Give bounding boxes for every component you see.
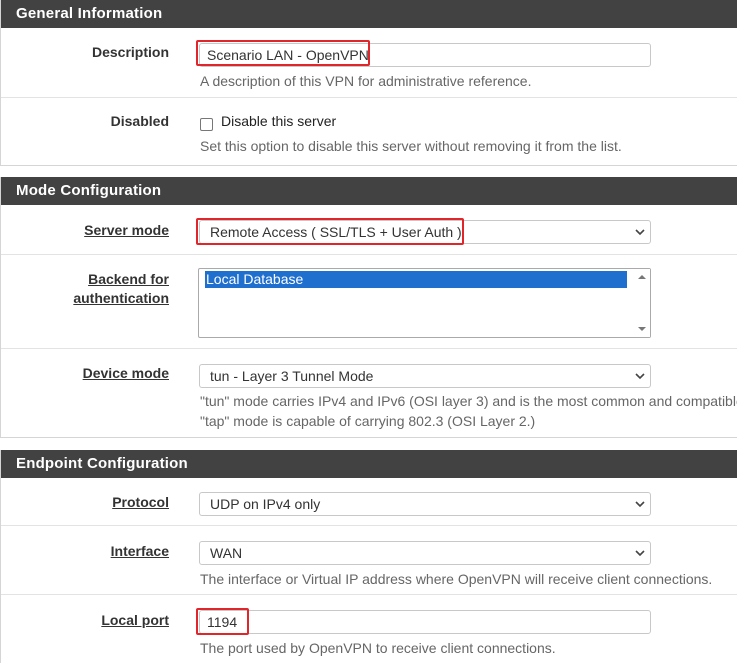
local-port-highlight: [196, 608, 249, 635]
description-label: Description: [91, 44, 169, 60]
protocol-label: Protocol: [112, 494, 169, 510]
server-mode-label: Server mode: [84, 222, 169, 238]
protocol-value: UDP on IPv4 only: [210, 496, 321, 512]
disable-server-checkbox[interactable]: [200, 118, 213, 131]
disabled-label: Disabled: [110, 113, 169, 129]
local-port-row: Local port 1194 The port used by OpenVPN…: [1, 595, 737, 663]
device-mode-help-line1: "tun" mode carries IPv4 and IPv6 (OSI la…: [200, 393, 737, 409]
local-port-input[interactable]: 1194: [199, 610, 651, 634]
interface-row: Interface WAN The interface or Virtual I…: [1, 526, 737, 595]
scroll-down-icon[interactable]: [634, 323, 650, 335]
backend-auth-listbox[interactable]: Local Database: [198, 268, 651, 338]
protocol-select[interactable]: UDP on IPv4 only: [199, 492, 651, 516]
chevron-down-icon: [635, 229, 645, 236]
device-mode-help-line2: "tap" mode is capable of carrying 802.3 …: [200, 413, 536, 429]
interface-help: The interface or Virtual IP address wher…: [200, 571, 713, 587]
server-mode-highlight: [196, 218, 464, 245]
chevron-down-icon: [635, 373, 645, 380]
description-help: A description of this VPN for administra…: [200, 73, 532, 89]
interface-value: WAN: [210, 545, 243, 561]
device-mode-select[interactable]: tun - Layer 3 Tunnel Mode: [199, 364, 651, 388]
mode-configuration-heading: Mode Configuration: [1, 177, 737, 205]
disabled-row: Disabled Disable this server Set this op…: [1, 98, 737, 166]
disabled-help: Set this option to disable this server w…: [200, 138, 622, 154]
interface-label: Interface: [110, 543, 169, 559]
interface-select[interactable]: WAN: [199, 541, 651, 565]
local-port-help: The port used by OpenVPN to receive clie…: [200, 640, 556, 656]
device-mode-label: Device mode: [82, 365, 169, 381]
backend-label-line2: authentication: [73, 290, 169, 306]
general-information-heading: General Information: [1, 0, 737, 28]
protocol-row: Protocol UDP on IPv4 only: [1, 478, 737, 526]
device-mode-value: tun - Layer 3 Tunnel Mode: [210, 368, 374, 384]
description-highlight: [196, 40, 370, 66]
listbox-scrollbar[interactable]: [634, 269, 650, 337]
disabled-checkbox-label[interactable]: Disable this server: [221, 113, 336, 129]
scroll-up-icon[interactable]: [634, 271, 650, 283]
local-port-label: Local port: [101, 612, 169, 628]
chevron-down-icon: [635, 550, 645, 557]
general-information-panel: General Information Description Scenario…: [0, 0, 737, 166]
backend-option-local-database[interactable]: Local Database: [205, 271, 627, 288]
backend-label-line1: Backend for: [88, 271, 169, 287]
device-mode-row: Device mode tun - Layer 3 Tunnel Mode "t…: [1, 349, 737, 438]
chevron-down-icon: [635, 501, 645, 508]
endpoint-configuration-panel: Endpoint Configuration Protocol UDP on I…: [0, 450, 737, 663]
endpoint-configuration-heading: Endpoint Configuration: [1, 450, 737, 478]
